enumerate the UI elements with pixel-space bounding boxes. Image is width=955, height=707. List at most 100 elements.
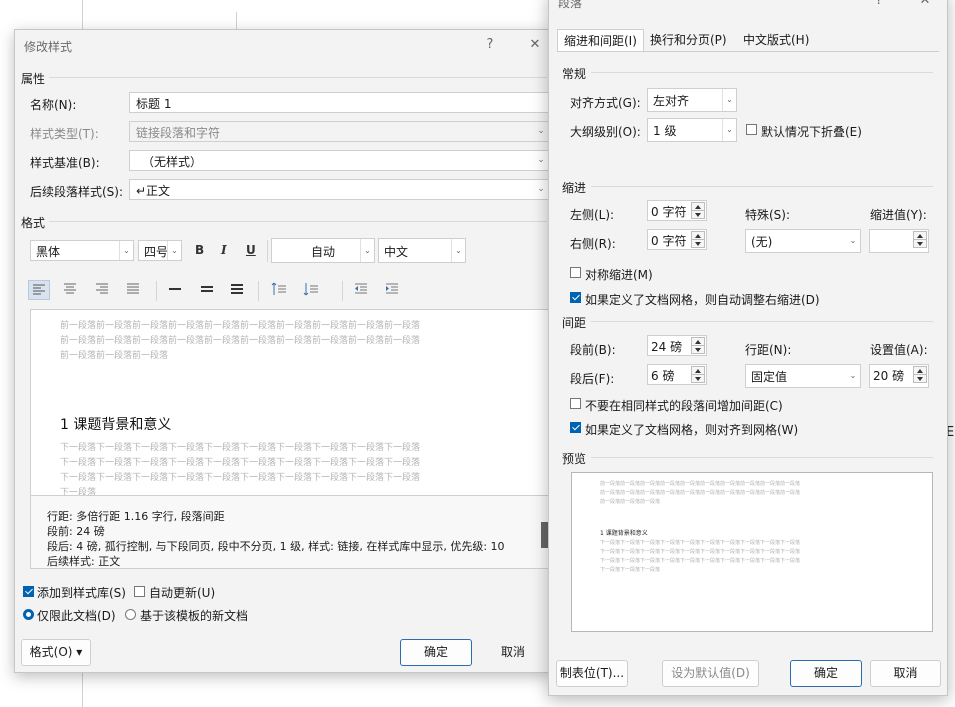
size-select[interactable]: 四号 ⌄	[138, 240, 182, 261]
ok-button[interactable]: 确定	[400, 639, 472, 666]
auto-adjust-indent-label: 如果定义了文档网格，则自动调整右缩进(D)	[585, 293, 820, 307]
collapse-default-checkbox[interactable]	[746, 124, 757, 135]
line-spacing-label: 行距(N):	[745, 343, 792, 357]
ok-button[interactable]: 确定	[790, 660, 862, 687]
preview-next-line: 下一段落下一段落下一段落下一段落下一段落下一段落下一段落下一段落下一段落下一段落	[600, 549, 801, 555]
divider	[591, 72, 933, 73]
cancel-button[interactable]: 取消	[477, 639, 549, 666]
mirror-indents-label: 对称缩进(M)	[585, 268, 653, 282]
right-indent-spinner[interactable]: 0 字符	[647, 229, 707, 250]
chevron-down-icon: ⌄	[119, 241, 133, 260]
at-value: 20 磅	[873, 369, 905, 383]
format-button[interactable]: 格式(O) ▾	[21, 639, 91, 666]
preview-next-line: 下一段落下一段落下一段落下一段落下一段落下一段落下一段落下一段落下一段落下一段落	[60, 473, 421, 483]
text-cursor-line	[236, 12, 237, 30]
special-label: 特殊(S):	[745, 208, 791, 222]
preview-next-line: 下一段落下一段落下一段落	[600, 567, 661, 573]
italic-button[interactable]: I	[221, 243, 227, 257]
increase-indent-button[interactable]	[382, 280, 404, 300]
at-label: 设置值(A):	[870, 343, 928, 357]
dialog-title: 段落	[558, 0, 583, 10]
chevron-down-icon: ⌄	[537, 126, 545, 136]
spin-arrows-icon[interactable]	[691, 202, 705, 219]
spin-arrows-icon[interactable]	[691, 366, 705, 383]
bold-button[interactable]: B	[195, 243, 204, 257]
collapse-default-label: 默认情况下折叠(E)	[761, 125, 862, 139]
snap-to-grid-label: 如果定义了文档网格，则对齐到网格(W)	[585, 423, 799, 437]
decrease-space-before-button[interactable]	[301, 280, 323, 300]
align-left-icon	[33, 284, 45, 295]
description-line: 段前: 24 磅	[47, 525, 105, 538]
spin-arrows-icon[interactable]	[913, 231, 927, 248]
no-space-same-style-checkbox[interactable]	[570, 398, 581, 409]
style-based-select[interactable]: （无样式）	[129, 150, 549, 171]
space-before-label: 段前(B):	[570, 343, 616, 357]
indent-by-spinner[interactable]	[869, 229, 929, 253]
tab-line-page-breaks[interactable]: 换行和分页(P)	[644, 29, 733, 51]
double-spacing-button[interactable]	[227, 280, 249, 300]
paragraph-preview: 前一段落前一段落前一段落前一段落前一段落前一段落前一段落前一段落前一段落前一段落…	[571, 472, 933, 632]
decrease-indent-button[interactable]	[351, 280, 373, 300]
space-after-spinner[interactable]: 6 磅	[647, 364, 707, 385]
add-to-gallery-label: 添加到样式库(S)	[37, 586, 126, 600]
set-default-button[interactable]: 设为默认值(D)	[662, 660, 759, 687]
font-select[interactable]: 黑体 ⌄	[30, 240, 134, 261]
next-style-select[interactable]: ↵正文	[129, 179, 549, 200]
chevron-down-icon: ⌄	[537, 184, 545, 194]
single-spacing-button[interactable]	[165, 280, 187, 300]
mirror-indents-checkbox[interactable]	[570, 267, 581, 278]
one-half-spacing-button[interactable]	[197, 280, 219, 300]
at-spinner[interactable]: 20 磅	[869, 364, 929, 388]
spin-arrows-icon[interactable]	[691, 337, 705, 354]
tabs-button[interactable]: 制表位(T)...	[556, 660, 628, 687]
language-select[interactable]: 中文 ⌄	[378, 238, 466, 263]
space-before-spinner[interactable]: 24 磅	[647, 335, 707, 356]
special-select[interactable]: (无) ⌄	[745, 229, 861, 253]
right-indent-value: 0 字符	[651, 234, 687, 248]
name-input[interactable]: 标题 1	[129, 92, 549, 113]
preview-prev-line: 前一段落前一段落前一段落前一段落前一段落前一段落前一段落前一段落前一段落前一段落	[60, 321, 421, 331]
outline-level-select[interactable]: 1 级 ⌄	[647, 118, 737, 142]
style-description: 行距: 多倍行距 1.16 字行, 段落间距 段前: 24 磅 段后: 4 磅,…	[30, 496, 549, 569]
increase-space-before-button[interactable]	[269, 280, 291, 300]
spin-arrows-icon[interactable]	[691, 231, 705, 248]
tab-asian-typography[interactable]: 中文版式(H)	[737, 29, 815, 51]
snap-to-grid-checkbox[interactable]	[570, 422, 581, 433]
preview-heading: 1 课题背景和意义	[60, 417, 172, 433]
chevron-down-icon: ⌄	[722, 119, 736, 141]
underline-button[interactable]: U	[246, 243, 256, 257]
add-to-gallery-checkbox[interactable]	[23, 586, 34, 597]
line-spacing-select[interactable]: 固定值 ⌄	[745, 364, 861, 388]
style-preview: 前一段落前一段落前一段落前一段落前一段落前一段落前一段落前一段落前一段落前一段落…	[30, 309, 549, 496]
auto-update-checkbox[interactable]	[134, 586, 145, 597]
space-after-value: 6 磅	[651, 369, 675, 383]
help-icon[interactable]: ?	[477, 35, 503, 55]
help-icon[interactable]: ?	[866, 0, 892, 11]
template-docs-radio[interactable]	[125, 609, 136, 620]
style-type-select[interactable]: 链接段落和字符	[129, 121, 549, 142]
alignment-select[interactable]: 左对齐 ⌄	[647, 88, 737, 112]
spin-arrows-icon[interactable]	[913, 366, 927, 383]
language-value: 中文	[384, 245, 409, 259]
space-after-label: 段后(F):	[570, 372, 615, 386]
preview-next-line: 下一段落下一段落下一段落下一段落下一段落下一段落下一段落下一段落下一段落下一段落	[600, 540, 801, 546]
divider	[591, 457, 933, 458]
tab-indents-spacing[interactable]: 缩进和间距(I)	[557, 29, 644, 51]
indentation-header: 缩进	[562, 181, 587, 195]
align-left-button[interactable]	[28, 280, 50, 300]
divider	[591, 321, 933, 322]
general-header: 常规	[562, 67, 587, 81]
auto-adjust-indent-checkbox[interactable]	[570, 292, 581, 303]
description-scrollbar[interactable]	[541, 522, 548, 548]
dialog-title: 修改样式	[24, 40, 73, 54]
line-spacing-single-icon	[169, 288, 181, 290]
align-right-button[interactable]	[92, 280, 114, 300]
only-this-doc-radio[interactable]	[23, 609, 34, 620]
close-icon[interactable]: ✕	[522, 35, 548, 55]
justify-button[interactable]	[123, 280, 145, 300]
close-icon[interactable]: ✕	[912, 0, 938, 11]
cancel-button[interactable]: 取消	[870, 660, 941, 687]
align-center-button[interactable]	[60, 280, 82, 300]
color-select[interactable]: 自动 ⌄	[271, 238, 375, 263]
left-indent-spinner[interactable]: 0 字符	[647, 200, 707, 221]
